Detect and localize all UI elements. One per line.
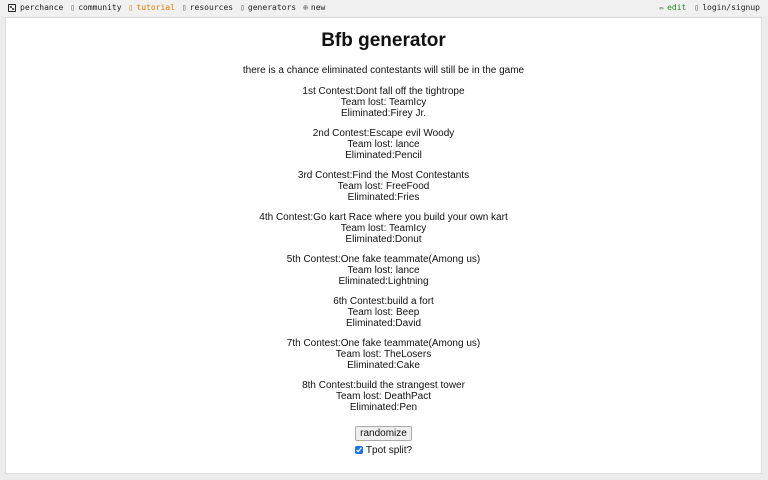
eliminated: Eliminated:Lightning — [338, 276, 429, 287]
eliminated: Eliminated:Firey Jr. — [340, 108, 427, 119]
contest-block: 1st Contest:Dont fall off the tightrope … — [6, 86, 761, 119]
eliminated: Eliminated:David — [345, 318, 422, 329]
team-lost: Team lost: FreeFood — [337, 181, 430, 192]
pencil-icon: ✏ — [659, 3, 665, 12]
generators-icon: ▯ — [240, 3, 245, 12]
elimination-note: there is a chance eliminated contestants… — [242, 65, 525, 76]
contest-title: 2nd Contest:Escape evil Woody — [312, 128, 455, 139]
nav-community-label: community — [78, 3, 122, 12]
edit-label: edit — [667, 3, 687, 12]
team-lost: Team lost: lance — [347, 139, 420, 150]
nav-new-label: new — [310, 3, 326, 12]
login-label: login/signup — [702, 3, 760, 12]
team-lost: Team lost: TeamIcy — [340, 223, 427, 234]
team-lost: Team lost: Beep — [347, 307, 420, 318]
tpot-split-checkbox[interactable] — [354, 446, 363, 454]
controls: randomize — [6, 423, 761, 441]
team-lost: Team lost: lance — [347, 265, 420, 276]
contest-block: 5th Contest:One fake teammate(Among us) … — [6, 254, 761, 287]
page-title: Bfb generator — [321, 30, 446, 51]
contest-block: 3rd Contest:Find the Most Contestants Te… — [6, 170, 761, 203]
team-lost: Team lost: TheLosers — [335, 349, 432, 360]
nav-generators-label: generators — [247, 3, 297, 12]
resources-icon: ▯ — [181, 3, 187, 12]
nav-tutorial-label: tutorial — [136, 3, 175, 12]
contest-title: 1st Contest:Dont fall off the tightrope — [302, 86, 465, 97]
tpot-split-label: Tpot split? — [365, 444, 413, 456]
login-link[interactable]: ▯ login/signup — [694, 3, 760, 12]
eliminated: Eliminated:Donut — [345, 234, 422, 245]
contest-title: 8th Contest:build the strangest tower — [302, 380, 465, 391]
contest-title: 3rd Contest:Find the Most Contestants — [297, 170, 470, 181]
contest-block: 8th Contest:build the strangest tower Te… — [6, 380, 761, 413]
contest-block: 2nd Contest:Escape evil Woody Team lost:… — [6, 128, 761, 161]
eliminated: Eliminated:Pen — [349, 402, 418, 413]
team-lost: Team lost: DeathPact — [335, 391, 432, 402]
eliminated: Eliminated:Cake — [347, 360, 420, 371]
tpot-split-toggle[interactable]: Tpot split? — [354, 444, 413, 456]
eliminated: Eliminated:Pencil — [345, 150, 422, 161]
nav-new[interactable]: ⊕ new — [303, 3, 325, 12]
contest-title: 7th Contest:One fake teammate(Among us) — [286, 338, 481, 349]
generator-output-panel: Bfb generator there is a chance eliminat… — [5, 17, 762, 474]
contest-block: 7th Contest:One fake teammate(Among us) … — [6, 338, 761, 371]
top-nav-bar: perchance ▯ community ▯ tutorial ▯ resou… — [0, 0, 768, 16]
dice-icon — [8, 3, 16, 12]
randomize-button[interactable]: randomize — [355, 426, 412, 441]
team-lost: Team lost: TeamIcy — [340, 97, 427, 108]
nav-resources-label: resources — [189, 3, 234, 12]
edit-link[interactable]: ✏ edit — [659, 3, 686, 12]
nav-resources[interactable]: ▯ resources — [182, 3, 233, 12]
nav-tutorial[interactable]: ▯ tutorial — [129, 3, 175, 12]
tutorial-icon: ▯ — [128, 3, 134, 12]
site-name: perchance — [20, 3, 64, 12]
eliminated: Eliminated:Fries — [347, 192, 420, 203]
contest-block: 6th Contest:build a fort Team lost: Beep… — [6, 296, 761, 329]
contest-title: 6th Contest:build a fort — [333, 296, 434, 307]
nav-community[interactable]: ▯ community — [70, 3, 121, 12]
site-logo-link[interactable]: perchance — [8, 3, 63, 12]
nav-generators[interactable]: ▯ generators — [240, 3, 296, 12]
plus-icon: ⊕ — [303, 3, 308, 12]
contest-block: 4th Contest:Go kart Race where you build… — [6, 212, 761, 245]
community-icon: ▯ — [70, 3, 76, 12]
contest-title: 5th Contest:One fake teammate(Among us) — [286, 254, 481, 265]
contest-title: 4th Contest:Go kart Race where you build… — [259, 212, 508, 223]
user-icon: ▯ — [694, 3, 700, 12]
